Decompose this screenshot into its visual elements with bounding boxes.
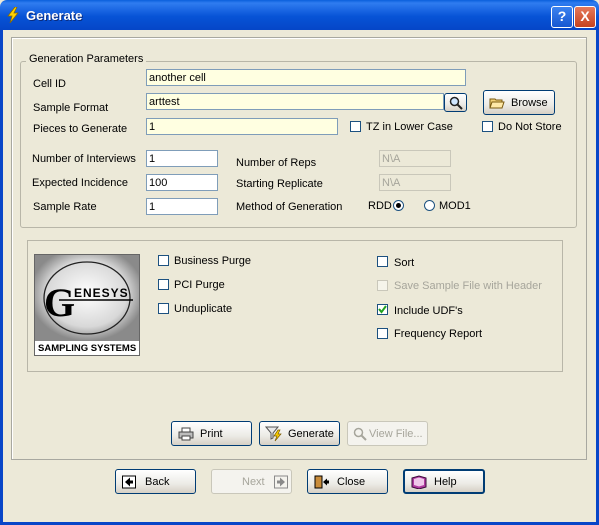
- book-icon: [411, 474, 427, 489]
- back-button[interactable]: Back: [115, 469, 196, 494]
- sample-format-label: Sample Format: [33, 102, 109, 114]
- logo-word: ENESYS: [74, 286, 129, 300]
- generate-label: Generate: [288, 427, 334, 440]
- rdd-label: RDD: [368, 200, 392, 212]
- window-title: Generate: [26, 8, 83, 23]
- lightning-icon: [7, 7, 19, 23]
- browse-label: Browse: [511, 96, 548, 109]
- cell-id-label: Cell ID: [33, 78, 67, 90]
- print-button[interactable]: Print: [171, 421, 252, 446]
- save-header-checkbox[interactable]: [377, 280, 388, 291]
- close-label: Close: [337, 475, 366, 488]
- starting-replicate-input[interactable]: N\A: [379, 174, 451, 191]
- unduplicate-checkbox[interactable]: [158, 303, 169, 314]
- group-title: Generation Parameters: [26, 53, 147, 65]
- rdd-radio[interactable]: [393, 200, 404, 211]
- window-frame-left: [0, 30, 3, 525]
- print-label: Print: [200, 427, 223, 440]
- generate-button[interactable]: Generate: [259, 421, 340, 446]
- help-button[interactable]: Help: [403, 469, 485, 494]
- folder-open-icon: [489, 98, 505, 108]
- magnifier-icon: [449, 96, 463, 110]
- sample-rate-label: Sample Rate: [33, 201, 97, 213]
- close-button[interactable]: Close: [307, 469, 388, 494]
- sort-checkbox[interactable]: [377, 256, 388, 267]
- checkmark-icon: [378, 305, 387, 314]
- cell-id-input[interactable]: another cell: [146, 69, 466, 86]
- interviews-label: Number of Interviews: [32, 153, 136, 165]
- view-file-label: View File...: [369, 427, 423, 440]
- mod1-label: MOD1: [439, 200, 471, 212]
- do-not-store-label: Do Not Store: [498, 121, 562, 133]
- method-label: Method of Generation: [236, 201, 343, 213]
- tz-lower-case-label: TZ in Lower Case: [366, 121, 453, 133]
- help-label: Help: [434, 475, 457, 488]
- view-file-button[interactable]: View File...: [347, 421, 428, 446]
- pci-purge-label: PCI Purge: [174, 279, 225, 291]
- pci-purge-checkbox[interactable]: [158, 279, 169, 290]
- title-bar: Generate ? X: [0, 0, 599, 30]
- do-not-store-checkbox[interactable]: [482, 121, 493, 132]
- pieces-label: Pieces to Generate: [33, 123, 128, 135]
- back-label: Back: [145, 475, 170, 488]
- search-format-button[interactable]: [444, 93, 467, 112]
- save-header-label: Save Sample File with Header: [394, 280, 542, 292]
- business-purge-label: Business Purge: [174, 255, 252, 267]
- door-exit-icon: [314, 475, 329, 488]
- logo-caption: SAMPLING SYSTEMS: [38, 343, 137, 354]
- business-purge-checkbox[interactable]: [158, 255, 169, 266]
- genesys-logo: G ENESYS SAMPLING SYSTEMS: [34, 254, 140, 356]
- incidence-input[interactable]: 100: [146, 174, 218, 191]
- starting-replicate-label: Starting Replicate: [236, 178, 323, 190]
- logo-letter: G: [44, 280, 76, 325]
- reps-input[interactable]: N\A: [379, 150, 451, 167]
- browse-button[interactable]: Browse: [483, 90, 555, 115]
- close-title-button[interactable]: X: [574, 6, 596, 28]
- next-button[interactable]: Next: [211, 469, 292, 494]
- sort-label: Sort: [394, 257, 415, 269]
- help-title-button[interactable]: ?: [551, 6, 573, 28]
- pieces-input[interactable]: 1: [146, 118, 338, 135]
- frequency-report-label: Frequency Report: [394, 328, 483, 340]
- sample-format-input[interactable]: arttest: [146, 93, 444, 110]
- sample-rate-input[interactable]: 1: [146, 198, 218, 215]
- include-udf-label: Include UDF's: [394, 305, 463, 317]
- back-arrow-icon: [122, 475, 136, 488]
- unduplicate-label: Unduplicate: [174, 303, 233, 315]
- incidence-label: Expected Incidence: [32, 177, 129, 189]
- include-udf-checkbox[interactable]: [377, 304, 388, 315]
- mod1-radio[interactable]: [424, 200, 435, 211]
- next-arrow-icon: [274, 475, 288, 488]
- next-label: Next: [242, 475, 265, 488]
- reps-label: Number of Reps: [236, 157, 317, 169]
- tz-lower-case-checkbox[interactable]: [350, 121, 361, 132]
- printer-icon: [178, 427, 194, 440]
- funnel-lightning-icon: [265, 426, 282, 441]
- magnifier-icon: [353, 427, 367, 441]
- interviews-input[interactable]: 1: [146, 150, 218, 167]
- frequency-report-checkbox[interactable]: [377, 328, 388, 339]
